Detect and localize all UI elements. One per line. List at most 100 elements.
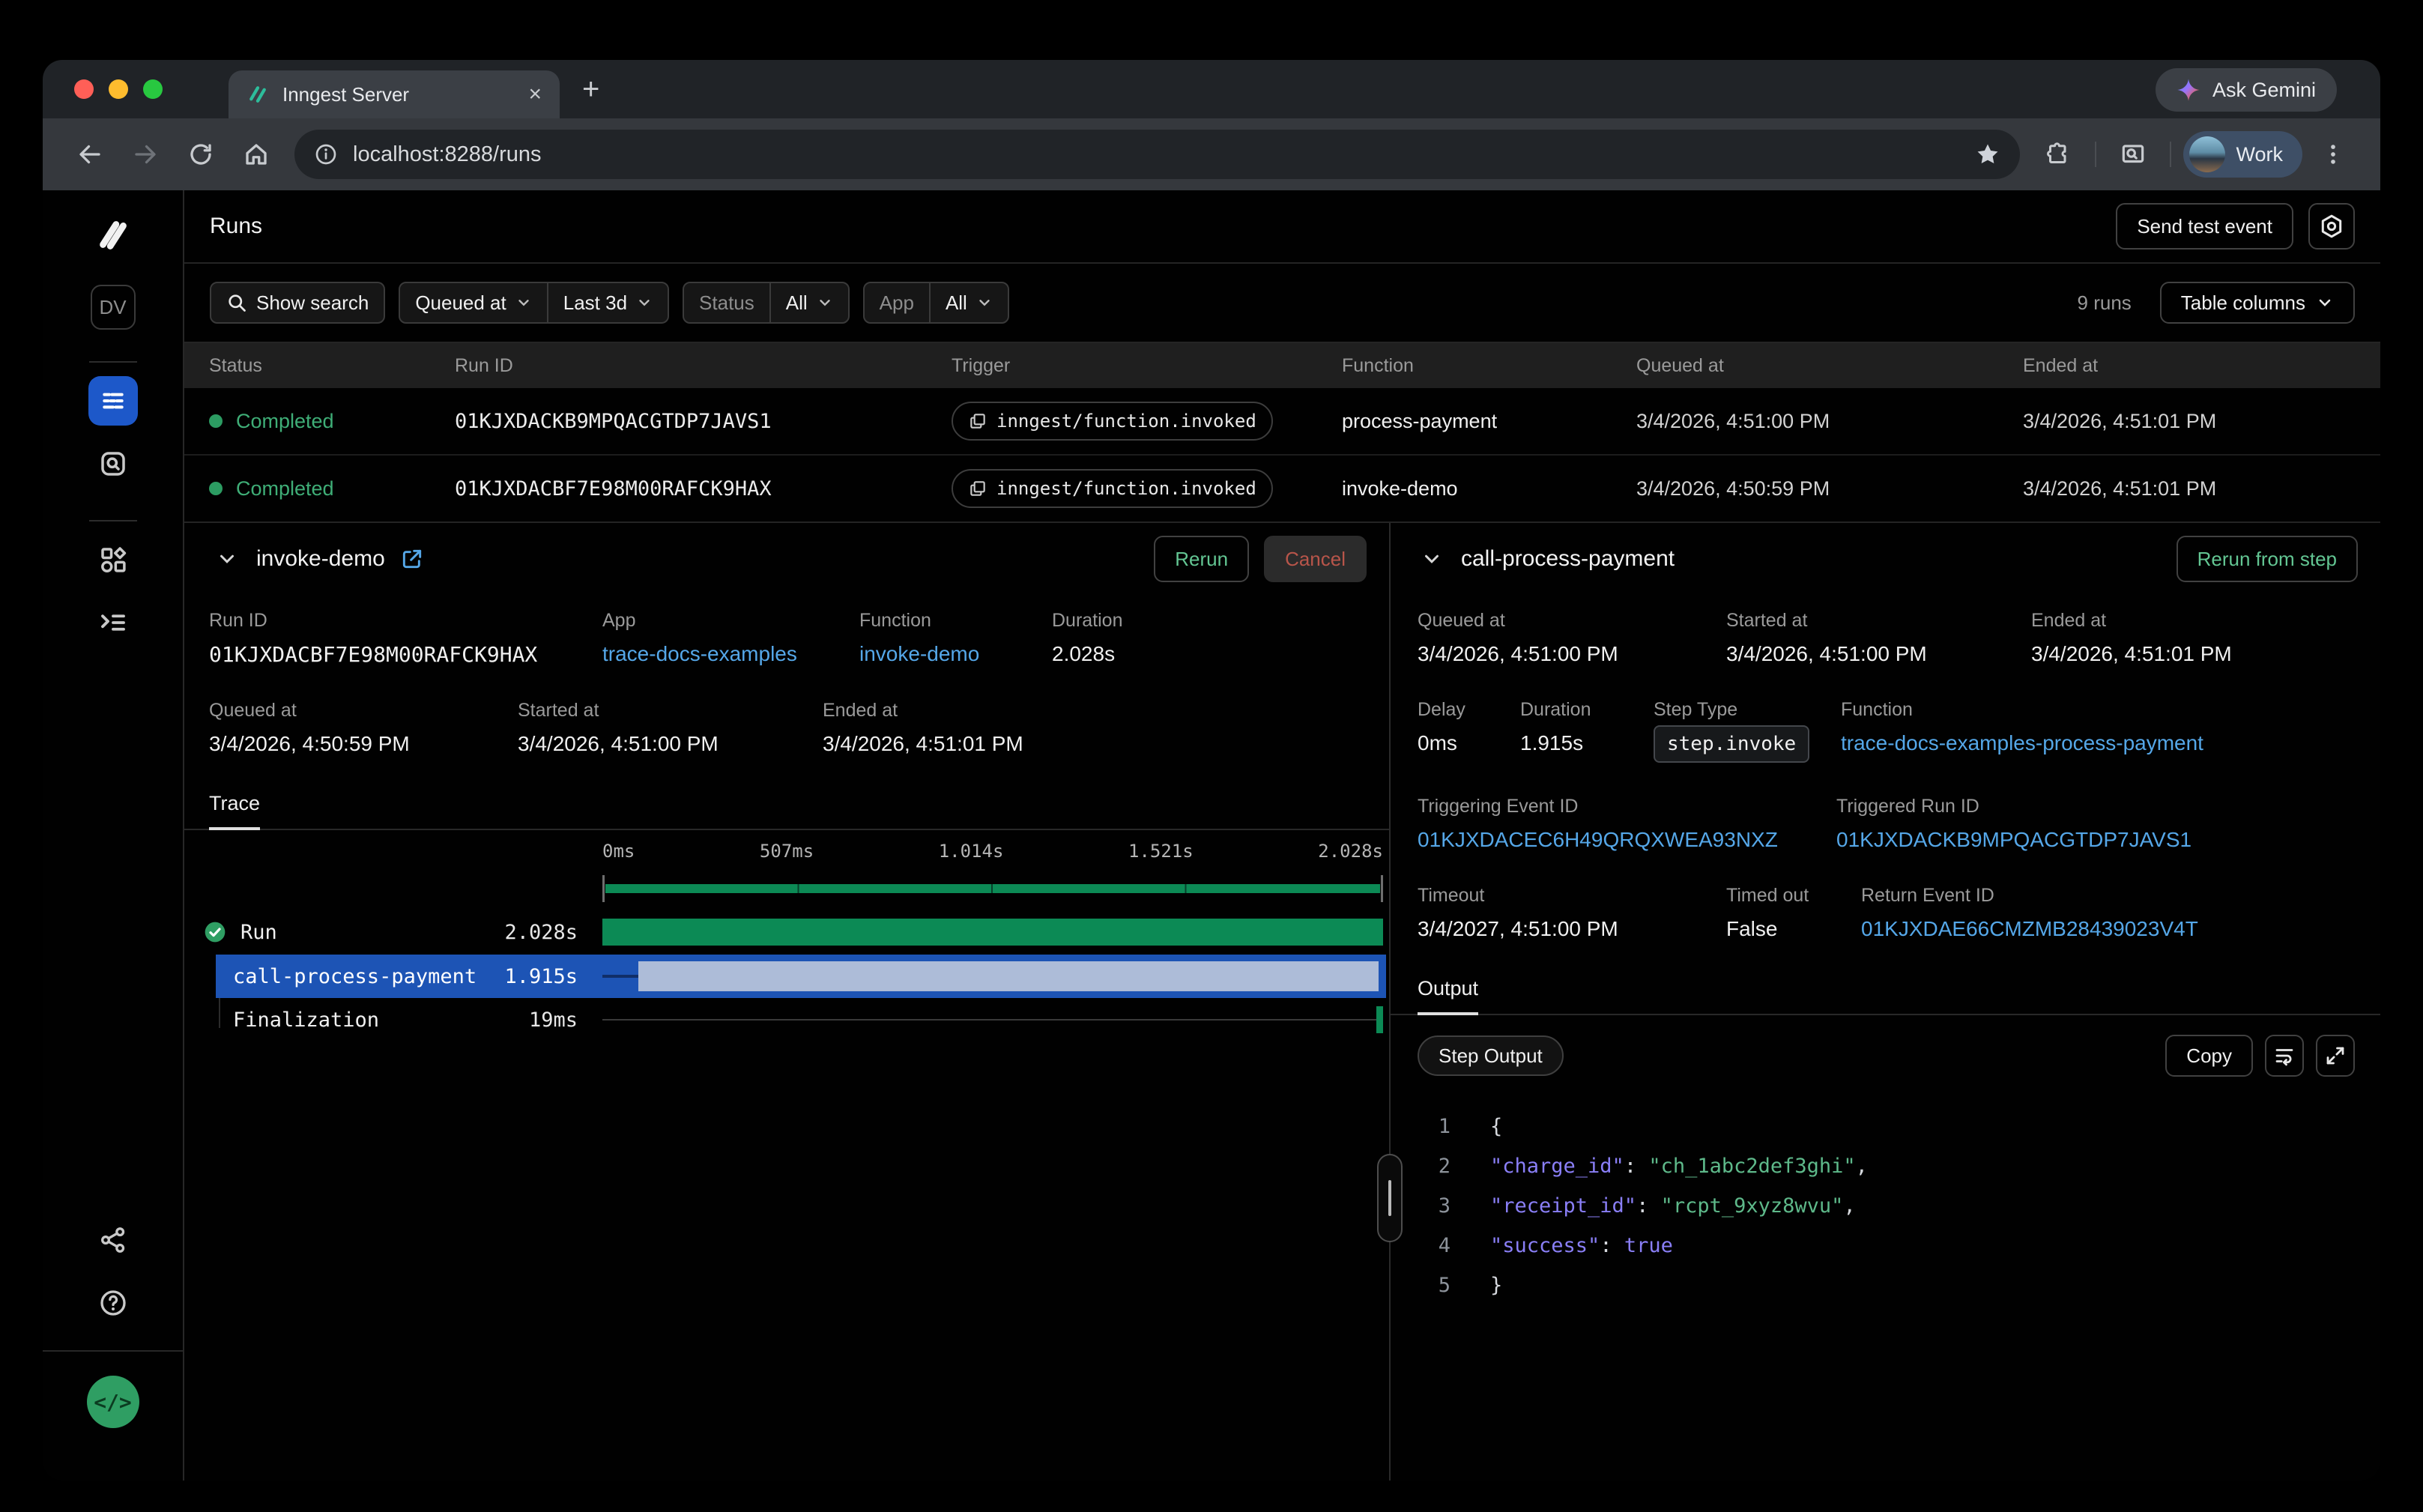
window-controls [74,79,163,99]
field-triggering-event-id: Triggering Event ID 01KJXDACEC6H49QRQXWE… [1418,796,1836,852]
trace-minimap[interactable] [602,872,1383,905]
copy-button[interactable]: Copy [2165,1035,2253,1077]
forward-icon[interactable] [121,130,170,179]
field-duration: Duration 1.915s [1520,699,1654,755]
app-filter: App All [863,282,1009,324]
span-name: Finalization [233,1008,379,1032]
side-search-icon[interactable] [2108,130,2158,179]
trigger-badge[interactable]: inngest/function.invoked [952,469,1273,508]
back-icon[interactable] [65,130,115,179]
help-button[interactable] [88,1278,138,1328]
collapse-chevron-icon[interactable] [1421,548,1443,570]
ask-gemini-button[interactable]: Ask Gemini [2156,68,2337,112]
runs-count: 9 runs [2078,291,2132,315]
tree-guide-line [219,998,220,1028]
nav-events-button[interactable] [88,439,138,489]
span-duration: 1.915s [504,965,578,988]
nav-terminal-button[interactable] [88,598,138,647]
close-window-button[interactable] [74,79,94,99]
triggering-event-id-link[interactable]: 01KJXDACEC6H49QRQXWEA93NXZ [1418,828,1836,852]
dev-mode-button[interactable]: </> [87,1376,139,1428]
trigger-name: inngest/function.invoked [996,478,1256,499]
fullscreen-window-button[interactable] [143,79,163,99]
time-filter: Queued at Last 3d [399,282,669,324]
table-row[interactable]: Completed 01KJXDACKB9MPQACGTDP7JAVS1 inn… [184,388,2380,456]
field-started-at: Started at 3/4/2026, 4:51:00 PM [1726,610,2031,666]
panel-resize-handle[interactable] [1377,1154,1403,1242]
return-event-id-link[interactable]: 01KJXDAE66CMZMB28439023V4T [1861,917,2380,941]
app-filter-select[interactable]: All [929,283,1008,322]
favicon-inngest-icon [246,83,269,106]
status-filter-select[interactable]: All [769,283,848,322]
tab-trace[interactable]: Trace [209,792,260,830]
show-search-button[interactable]: Show search [210,282,385,324]
wrap-text-button[interactable] [2265,1035,2304,1077]
step-function-link[interactable]: trace-docs-examples-process-payment [1841,731,2380,755]
app-link[interactable]: trace-docs-examples [602,642,859,666]
url-text[interactable]: localhost:8288/runs [353,142,1960,167]
extensions-icon[interactable] [2033,130,2083,179]
finalization-bar[interactable] [1376,1006,1383,1033]
browser-toolbar: localhost:8288/runs Work [43,118,2380,190]
status-dot-icon [209,482,223,495]
code-line: 1{ [1391,1107,2380,1146]
profile-chip[interactable]: Work [2183,131,2302,178]
home-icon[interactable] [232,130,281,179]
field-app: App trace-docs-examples [602,610,859,666]
field-timeout: Timeout 3/4/2027, 4:51:00 PM [1418,885,1726,941]
toolbar-divider [2170,142,2171,167]
settings-button[interactable] [2308,203,2355,250]
field-delay: Delay 0ms [1418,699,1520,755]
url-bar[interactable]: localhost:8288/runs [294,130,2020,179]
output-toolbar: Step Output Copy [1391,1035,2380,1077]
share-feedback-button[interactable] [88,1215,138,1265]
collapse-chevron-icon[interactable] [216,548,238,570]
nav-apps-button[interactable] [88,535,138,584]
step-bar[interactable] [638,961,1379,991]
line-number: 1 [1391,1115,1451,1138]
tab-title: Inngest Server [282,83,528,106]
triggered-run-id-link[interactable]: 01KJXDACKB9MPQACGTDP7JAVS1 [1836,828,2380,852]
new-tab-button[interactable]: + [582,74,599,104]
step-output-toggle[interactable]: Step Output [1418,1035,1564,1076]
rerun-from-step-button[interactable]: Rerun from step [2177,536,2358,582]
nav-runs-button[interactable] [88,376,138,426]
time-range-select[interactable]: Last 3d [547,283,668,322]
bookmark-star-icon[interactable] [1975,142,2000,167]
cancel-button[interactable]: Cancel [1264,536,1367,582]
code-lines[interactable]: 1{2"charge_id": "ch_1abc2def3ghi",3"rece… [1391,1107,2380,1305]
show-search-label: Show search [256,291,369,315]
external-link-icon[interactable] [400,547,424,571]
reload-icon[interactable] [176,130,226,179]
app-avatar-badge[interactable]: DV [91,285,136,330]
ended-at-cell: 3/4/2026, 4:51:01 PM [2023,477,2380,501]
more-icon[interactable] [2308,130,2358,179]
trigger-badge[interactable]: inngest/function.invoked [952,402,1273,441]
browser-tab[interactable]: Inngest Server × [229,70,560,118]
info-icon[interactable] [314,142,338,166]
trace-row-call-process-payment[interactable]: call-process-payment 1.915s [216,955,1386,998]
field-return-event-id: Return Event ID 01KJXDAE66CMZMB28439023V… [1861,885,2380,941]
trace-tab-bar: Trace [184,792,1389,830]
ask-gemini-label: Ask Gemini [2212,79,2316,102]
time-field-select[interactable]: Queued at [400,283,546,322]
trace-row-finalization[interactable]: Finalization 19ms [184,998,1389,1041]
chevron-down-icon [515,294,532,311]
trace-row-run[interactable]: Run 2.028s [184,910,1389,955]
minimize-window-button[interactable] [109,79,128,99]
status-dot-icon [209,414,223,428]
tab-output[interactable]: Output [1418,977,1478,1015]
table-columns-button[interactable]: Table columns [2160,282,2355,324]
expand-output-button[interactable] [2316,1035,2355,1077]
close-tab-icon[interactable]: × [528,83,542,106]
run-bar[interactable] [602,919,1383,946]
field-started-at: Started at 3/4/2026, 4:51:00 PM [518,700,823,756]
run-id-cell: 01KJXDACBF7E98M00RAFCK9HAX [455,477,952,501]
send-test-event-button[interactable]: Send test event [2116,203,2293,250]
rail-divider [43,1350,183,1352]
inngest-logo-icon[interactable] [91,213,135,256]
table-row[interactable]: Completed 01KJXDACBF7E98M00RAFCK9HAX inn… [184,456,2380,523]
page-header: Runs Send test event [184,190,2380,264]
rerun-button[interactable]: Rerun [1154,536,1249,582]
function-link[interactable]: invoke-demo [859,642,1052,666]
